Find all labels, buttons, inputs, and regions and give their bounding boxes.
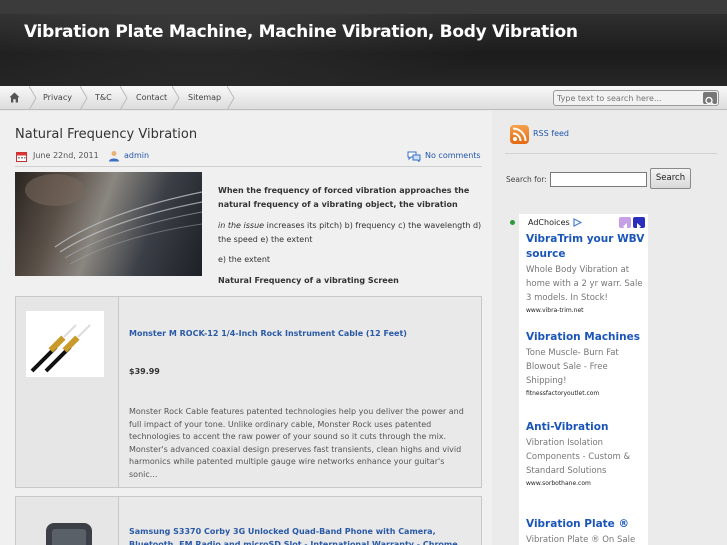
ad-description: Tone Muscle- Burn Fat Blowout Sale - Fre… — [526, 348, 619, 386]
site-title[interactable]: Vibration Plate Machine, Machine Vibrati… — [24, 22, 578, 42]
ad-title-link[interactable]: Vibration Machines — [526, 330, 646, 345]
post-divider — [15, 166, 482, 167]
post-line3: e) the extent — [218, 255, 271, 264]
header-search-input[interactable] — [557, 92, 697, 104]
post-date: June 22nd, 2011 — [33, 151, 99, 160]
guitar-cable-image — [30, 324, 91, 373]
header-search-button[interactable] — [703, 92, 717, 106]
sidebar-search-label: Search for: — [506, 175, 547, 184]
ad-title-link[interactable]: Vibration Plate ® — [526, 517, 646, 532]
ad-next-button[interactable] — [633, 217, 645, 230]
nav-separator — [172, 86, 180, 110]
post-issue-italic: in the issue — [218, 221, 265, 230]
post-author-link[interactable]: admin — [124, 151, 149, 160]
phone-image — [46, 523, 92, 545]
nav-item-tc[interactable]: T&C — [95, 86, 112, 110]
ad-url-link[interactable]: www.sorbothane.com — [526, 480, 591, 487]
product-price: $39.99 — [129, 367, 160, 376]
rss-icon[interactable] — [510, 125, 529, 144]
top-strip — [0, 0, 727, 14]
nav-item-sitemap[interactable]: Sitemap — [188, 86, 221, 110]
post-question: in the issue increases its pitch) b) fre… — [218, 219, 482, 247]
chevron-left-icon — [623, 223, 627, 230]
ad-bullet — [510, 220, 515, 225]
sidebar-search-input[interactable] — [550, 172, 647, 187]
product-image[interactable] — [26, 311, 104, 377]
nav-separator — [227, 86, 235, 110]
post-comments-link[interactable]: No comments — [425, 151, 481, 160]
rss-feed-link[interactable]: RSS feed — [533, 129, 569, 138]
search-icon — [705, 96, 715, 106]
adchoices-label[interactable]: AdChoices — [528, 218, 570, 227]
product-title-link[interactable]: Samsung S3370 Corby 3G Unlocked Quad-Ban… — [129, 525, 469, 545]
nav-separator — [120, 86, 128, 110]
post-subhead: Natural Frequency of a vibrating Screen — [218, 276, 399, 285]
product-image-column — [16, 297, 119, 487]
nav-item-contact[interactable]: Contact — [136, 86, 167, 110]
author-icon — [109, 151, 119, 162]
ad-url-link[interactable]: www.vibra-trim.net — [526, 307, 584, 314]
sidebar-search-button[interactable]: Search — [650, 168, 691, 189]
ad-title-link[interactable]: VibraTrim your WBV source — [526, 232, 646, 262]
header-search — [553, 90, 719, 106]
ad-url-link[interactable]: fitnessfactoryoutlet.com — [526, 390, 599, 397]
post-image — [15, 172, 202, 276]
product-card: Samsung S3370 Corby 3G Unlocked Quad-Ban… — [15, 496, 482, 545]
product-title-link[interactable]: Monster M ROCK-12 1/4-Inch Rock Instrume… — [129, 327, 469, 340]
ad-description: Whole Body Vibration at home with a 2 yr… — [526, 265, 643, 303]
nav-separator — [80, 86, 88, 110]
product-image-column — [16, 497, 119, 545]
post-intro: When the frequency of forced vibration a… — [218, 186, 470, 209]
ad-description: Vibration Plate ® On Sale — [526, 535, 636, 545]
sidebar-divider — [505, 153, 717, 154]
ad-description: Vibration Isolation Components - Custom … — [526, 438, 631, 476]
chevron-right-icon — [637, 223, 641, 230]
rss-glyph — [512, 127, 527, 142]
nav-separator — [29, 86, 37, 110]
vibrating-strings-image — [25, 174, 202, 265]
nav-item-privacy[interactable]: Privacy — [43, 86, 72, 110]
product-body: Samsung S3370 Corby 3G Unlocked Quad-Ban… — [119, 497, 481, 545]
product-description: Monster Rock Cable features patented tec… — [129, 407, 464, 479]
product-image[interactable] — [44, 521, 94, 545]
home-icon — [9, 92, 20, 103]
ad-title-link[interactable]: Anti-Vibration — [526, 420, 646, 435]
product-body: Monster M ROCK-12 1/4-Inch Rock Instrume… — [119, 297, 481, 487]
calendar-icon — [16, 152, 27, 162]
nav-home-button[interactable] — [0, 86, 30, 110]
ad-prev-button[interactable] — [619, 217, 631, 230]
post-title[interactable]: Natural Frequency Vibration — [15, 127, 197, 142]
product-card: Monster M ROCK-12 1/4-Inch Rock Instrume… — [15, 296, 482, 488]
comments-icon — [407, 151, 421, 162]
adchoices-icon[interactable] — [573, 218, 582, 227]
